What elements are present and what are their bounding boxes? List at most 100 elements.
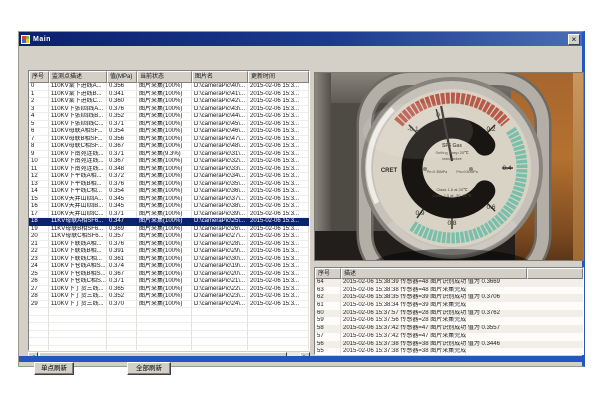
table-row[interactable]: 0 110KV棠下进线A... 0.356 图片采集(100%) D:\came… bbox=[29, 83, 309, 91]
cell-desc: 11KV母联C相SF6... bbox=[49, 233, 107, 241]
cell-index: 19 bbox=[29, 226, 49, 234]
table-row[interactable]: 15 110KV天井山I回A... 0.345 图片采集(100%) D:\ca… bbox=[29, 196, 309, 204]
list-item[interactable]: 55 2015-02-06 15:37:38 传感器=38 图片采集完成 bbox=[315, 348, 583, 355]
cell-time: 2015-02-06 15:3... bbox=[248, 181, 309, 189]
table-row[interactable]: 7 110KV母联B相SF... 0.356 图片采集(100%) D:\cam… bbox=[29, 136, 309, 144]
table-row[interactable]: 25 110KV下仓线B相S... 0.367 图片采集(100%) D:\ca… bbox=[29, 271, 309, 279]
table-row[interactable]: 1 110KV棠下进线B... 0.341 图片采集(100%) D:\came… bbox=[29, 91, 309, 99]
column-header-desc[interactable]: 监测点描述 bbox=[49, 71, 107, 83]
cell-value: 0.356 bbox=[107, 136, 137, 144]
table-row[interactable]: 24 110KV下仓线A相S... 0.374 图片采集(100%) D:\ca… bbox=[29, 263, 309, 271]
table-row[interactable]: 19 11KV母联B相SF6... 0.369 图片采集(100%) D:\ca… bbox=[29, 226, 309, 234]
cell-pic: D:\cameraPic\45\... bbox=[192, 121, 248, 129]
cell-status: 图片采集(9.3%) bbox=[137, 151, 192, 159]
table-row[interactable]: 9 110KV下南苑连线... 0.371 图片采集(9.3%) D:\came… bbox=[29, 151, 309, 159]
table-row[interactable]: 6 110KV母联A相SF... 0.354 图片采集(100%) D:\cam… bbox=[29, 128, 309, 136]
cell-desc: 110KV下仓线B相S... bbox=[49, 271, 107, 279]
table-row[interactable]: 27 110KV下丁货三线... 0.365 图片采集(100%) D:\cam… bbox=[29, 286, 309, 294]
table-row[interactable]: 10 110KV下南苑连线... 0.367 图片采集(100%) D:\cam… bbox=[29, 158, 309, 166]
list-item[interactable]: 56 2015-02-06 15:37:38 传感器=38 图片识别成功 值为 … bbox=[315, 341, 583, 349]
table-row[interactable]: 2 110KV棠下进线C... 0.360 图片采集(100%) D:\came… bbox=[29, 98, 309, 106]
table-row[interactable]: 18 11KV母联A相SF6... 0.347 图片采集(100%) D:\ca… bbox=[29, 218, 309, 226]
table-row[interactable]: 17 110KV天井山I回C... 0.371 图片采集(100%) D:\ca… bbox=[29, 211, 309, 219]
close-icon[interactable]: × bbox=[568, 34, 580, 45]
table-row[interactable] bbox=[29, 346, 309, 352]
cell-pic: D:\cameraPic\48\... bbox=[192, 143, 248, 151]
table-row[interactable] bbox=[29, 338, 309, 346]
cell-value: 0.367 bbox=[107, 158, 137, 166]
cell-desc: 11KV母联A相SF6... bbox=[49, 218, 107, 226]
table-row[interactable]: 21 110KV下联线A相... 0.376 图片采集(100%) D:\cam… bbox=[29, 241, 309, 249]
cell-desc: 110KV下平线A相... bbox=[49, 173, 107, 181]
table-row[interactable] bbox=[29, 308, 309, 316]
cell-value: 0.356 bbox=[107, 83, 137, 91]
log-table-header[interactable]: 序号 描述 bbox=[315, 268, 583, 279]
cell-value: 0.376 bbox=[107, 241, 137, 249]
cell-pic bbox=[192, 338, 248, 346]
list-item[interactable]: 60 2015-02-06 15:37:57 传感器=28 图片识别成功 值为 … bbox=[315, 310, 583, 318]
table-row[interactable]: 13 110KV下平线B相... 0.376 图片采集(100%) D:\cam… bbox=[29, 181, 309, 189]
cell-desc: 110KV下南苑连线... bbox=[49, 158, 107, 166]
cell-index: 29 bbox=[29, 301, 49, 309]
table-row[interactable]: 11 110KV下南苑连线... 0.348 图片采集(100%) D:\cam… bbox=[29, 166, 309, 174]
cell-value: 0.367 bbox=[107, 143, 137, 151]
log-column-desc[interactable]: 描述 bbox=[341, 268, 527, 279]
cell-desc: 2015-02-06 15:38:39 传感器=48 图片识别成功 值为 0.3… bbox=[341, 279, 500, 287]
table-row[interactable] bbox=[29, 331, 309, 339]
table-row[interactable]: 22 110KV下联线B相... 0.391 图片采集(100%) D:\cam… bbox=[29, 248, 309, 256]
cell-desc bbox=[49, 323, 107, 331]
cell-desc: 2015-02-06 15:38:38 传感器=48 图片采集完成 bbox=[341, 287, 466, 295]
cell-desc bbox=[49, 331, 107, 339]
column-header-pic[interactable]: 图片名 bbox=[192, 71, 248, 83]
table-row[interactable]: 14 110KV下平线C相... 0.354 图片采集(100%) D:\cam… bbox=[29, 188, 309, 196]
column-header-index[interactable]: 序号 bbox=[29, 71, 49, 83]
table-row[interactable]: 8 110KV母联C相SF... 0.367 图片采集(100%) D:\cam… bbox=[29, 143, 309, 151]
cell-time: 2015-02-06 15:3... bbox=[248, 113, 309, 121]
table-row[interactable]: 5 110KV下张I回线C... 0.371 图片采集(100%) D:\cam… bbox=[29, 121, 309, 129]
list-item[interactable]: 58 2015-02-06 15:37:42 传感器=47 图片识别成功 值为 … bbox=[315, 325, 583, 333]
title-bar[interactable]: Main × bbox=[19, 32, 582, 46]
cell-status: 图片采集(100%) bbox=[137, 286, 192, 294]
cell-pic: D:\cameraPic\44\... bbox=[192, 113, 248, 121]
list-item[interactable]: 59 2015-02-06 15:37:56 传感器=28 图片采集完成 bbox=[315, 317, 583, 325]
table-row[interactable]: 3 110KV下张I回线A... 0.376 图片采集(100%) D:\cam… bbox=[29, 106, 309, 114]
table-row[interactable]: 20 11KV母联C相SF6... 0.357 图片采集(100%) D:\ca… bbox=[29, 233, 309, 241]
table-row[interactable]: 12 110KV下平线A相... 0.372 图片采集(100%) D:\cam… bbox=[29, 173, 309, 181]
cell-status: 图片采集(100%) bbox=[137, 136, 192, 144]
table-row[interactable]: 23 110KV下联线C相... 0.361 图片采集(100%) D:\cam… bbox=[29, 256, 309, 264]
table-row[interactable] bbox=[29, 316, 309, 324]
cell-desc: 2015-02-06 15:37:57 传感器=28 图片识别成功 值为 0.3… bbox=[341, 310, 500, 318]
cell-pic: D:\cameraPic\37\... bbox=[192, 196, 248, 204]
column-header-status[interactable]: 当前状态 bbox=[137, 71, 192, 83]
single-refresh-button[interactable]: 单点刷新 bbox=[34, 362, 74, 375]
cell-value: 0.372 bbox=[107, 173, 137, 181]
monitor-table-header[interactable]: 序号 监测点描述 值(MPa) 当前状态 图片名 更新时间 bbox=[29, 71, 309, 83]
table-row[interactable]: 16 110KV天井山I回B... 0.345 图片采集(100%) D:\ca… bbox=[29, 203, 309, 211]
gauge-class: Class 1.6 at 20℃ bbox=[436, 187, 468, 192]
column-header-value[interactable]: 值(MPa) bbox=[107, 71, 137, 83]
log-column-index[interactable]: 序号 bbox=[315, 268, 341, 279]
cell-pic: D:\cameraPic\28\... bbox=[192, 241, 248, 249]
list-item[interactable]: 63 2015-02-06 15:38:38 传感器=48 图片采集完成 bbox=[315, 287, 583, 295]
cell-value: 0.371 bbox=[107, 151, 137, 159]
list-item[interactable]: 61 2015-02-06 15:38:34 传感器=39 图片采集完成 bbox=[315, 302, 583, 310]
cell-time bbox=[248, 338, 309, 346]
column-header-time[interactable]: 更新时间 bbox=[248, 71, 309, 83]
list-item[interactable]: 62 2015-02-06 15:38:35 传感器=39 图片识别成功 值为 … bbox=[315, 294, 583, 302]
cell-status: 图片采集(100%) bbox=[137, 203, 192, 211]
camera-image: -0.1 0 0.2 0.4 0.6 0.8 0.9 SF6 Gas bbox=[314, 72, 584, 261]
all-refresh-button[interactable]: 全部刷新 bbox=[127, 362, 171, 375]
table-row[interactable]: 28 110KV下丁货三线... 0.352 图片采集(100%) D:\cam… bbox=[29, 293, 309, 301]
cell-time: 2015-02-06 15:3... bbox=[248, 106, 309, 114]
cell-pic bbox=[192, 316, 248, 324]
table-row[interactable] bbox=[29, 323, 309, 331]
list-item[interactable]: 57 2015-02-06 15:37:42 传感器=47 图片采集完成 bbox=[315, 333, 583, 341]
cell-index: 0 bbox=[29, 83, 49, 91]
cell-status: 图片采集(100%) bbox=[137, 113, 192, 121]
table-row[interactable]: 29 110KV下丁货三线... 0.370 图片采集(100%) D:\cam… bbox=[29, 301, 309, 309]
cell-index: 17 bbox=[29, 211, 49, 219]
list-item[interactable]: 64 2015-02-06 15:38:39 传感器=48 图片识别成功 值为 … bbox=[315, 279, 583, 287]
cell-value: 0.357 bbox=[107, 233, 137, 241]
table-row[interactable]: 4 110KV下张I回线B... 0.352 图片采集(100%) D:\cam… bbox=[29, 113, 309, 121]
table-row[interactable]: 26 110KV下仓线C相S... 0.371 图片采集(100%) D:\ca… bbox=[29, 278, 309, 286]
